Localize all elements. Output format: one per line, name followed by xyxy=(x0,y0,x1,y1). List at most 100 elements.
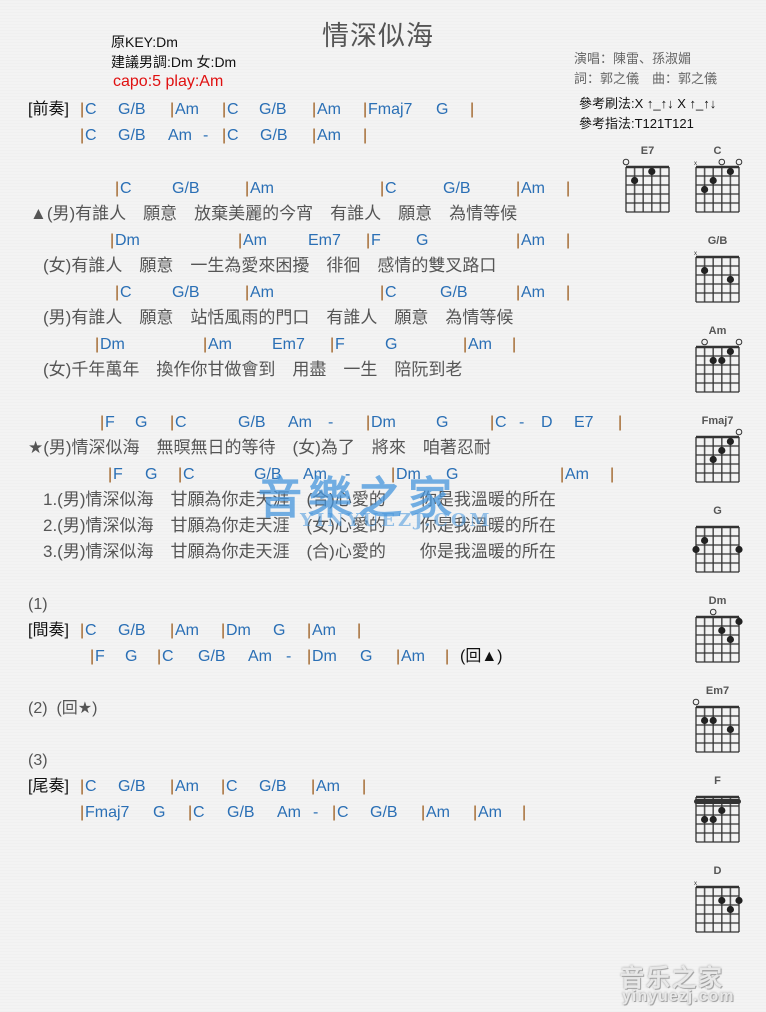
chord-symbol: Dm xyxy=(226,622,251,639)
bar-line: | xyxy=(178,466,183,483)
open-string-mark xyxy=(735,338,743,346)
chord-symbol: Am xyxy=(521,232,545,249)
chord-symbol: Am xyxy=(316,778,340,795)
lyric-text: (男)有誰人 願意 站恬風雨的門口 有誰人 願意 為情等候 xyxy=(43,308,514,327)
bar-line: | xyxy=(470,101,475,118)
chord-diagram-label: Dm xyxy=(708,595,727,607)
chord-symbol: G xyxy=(273,622,286,639)
chord-symbol: G/B xyxy=(238,414,266,431)
chord-symbol: - xyxy=(519,414,525,431)
section-note: (2) (回★) xyxy=(28,700,98,717)
finger-dot xyxy=(726,905,734,914)
lyric-line: 3.(男)情深似海 甘願為你走天涯 (合)心愛的 你是我溫暖的所在 xyxy=(0,542,600,564)
chord-symbol: Am xyxy=(521,180,545,197)
chord-diagram-label: Em7 xyxy=(705,685,730,697)
chord-symbol: G/B xyxy=(118,778,146,795)
chord-symbol: F xyxy=(113,466,123,483)
bar-line: | xyxy=(332,804,337,821)
chord-diagram-label: Am xyxy=(708,325,727,337)
chord-symbol: Am xyxy=(243,232,267,249)
chord-diagram-label: E7 xyxy=(640,145,655,157)
chord-symbol: G xyxy=(385,336,398,353)
chord-symbol: Em7 xyxy=(272,336,305,353)
chord-symbol: G xyxy=(436,414,449,431)
bar-line: | xyxy=(566,284,571,301)
chord-symbol: G/B xyxy=(118,127,146,144)
finger-dot xyxy=(709,716,717,725)
chord-diagram-e7 xyxy=(622,158,670,213)
finger-dot xyxy=(726,635,734,644)
lyric-text: (女)千年萬年 換作你甘做會到 用盡 一生 陪阮到老 xyxy=(43,360,463,379)
chord-symbol: C xyxy=(227,101,239,118)
finger-dot xyxy=(726,275,734,284)
singer-credit: 演唱：陳雷、孫淑媚 xyxy=(574,51,692,66)
chord-symbol: G xyxy=(125,648,138,665)
chord-symbol: C xyxy=(385,284,397,301)
finger-dot xyxy=(701,536,709,545)
bar-line: | xyxy=(421,804,426,821)
chord-diagram-label: Fmaj7 xyxy=(701,415,734,427)
chord-symbol: C xyxy=(227,127,239,144)
chord-symbol: Am xyxy=(250,284,274,301)
writer-credit: 詞：郭之儀 曲：郭之儀 xyxy=(574,71,718,86)
chord-diagram-f xyxy=(694,795,741,843)
finger-dot xyxy=(692,545,700,554)
chord-symbol: E7 xyxy=(574,414,594,431)
chord-diagram-dm xyxy=(695,608,743,663)
section-label: [間奏] xyxy=(28,622,69,639)
bar-line: | xyxy=(516,180,521,197)
section-note: (1) xyxy=(28,596,48,613)
chord-symbol: - xyxy=(286,648,292,665)
bar-line: | xyxy=(245,284,250,301)
lyric-line: (女)千年萬年 換作你甘做會到 用盡 一生 陪阮到老 xyxy=(0,360,600,382)
chord-symbol: Am xyxy=(277,804,301,821)
finger-dot xyxy=(718,896,726,905)
bar-line: | xyxy=(95,336,100,353)
lyric-text: 3.(男)情深似海 甘願為你走天涯 (合)心愛的 你是我溫暖的所在 xyxy=(43,542,556,561)
bar-line: | xyxy=(108,466,113,483)
chord-symbol: C xyxy=(337,804,349,821)
bar-line: | xyxy=(80,127,85,144)
chord-symbol: - xyxy=(328,414,334,431)
suggested-key: 建議男調:Dm 女:Dm xyxy=(111,54,237,70)
open-string-mark xyxy=(735,428,743,436)
lyric-text: ★(男)情深似海 無暝無日的等待 (女)為了 將來 咱著忍耐 xyxy=(28,438,491,457)
chord-symbol: C xyxy=(175,414,187,431)
bar-line: | xyxy=(222,101,227,118)
bar-line: | xyxy=(516,284,521,301)
chord-symbol: F xyxy=(105,414,115,431)
muted-string-mark: x xyxy=(694,881,697,887)
chord-symbol: G/B xyxy=(118,622,146,639)
finger-dot xyxy=(701,815,709,824)
chord-symbol: G/B xyxy=(227,804,255,821)
finger-dot xyxy=(709,176,717,185)
chord-symbol: C xyxy=(85,622,97,639)
finger-dot xyxy=(735,545,743,554)
bar-line: | xyxy=(80,778,85,795)
chord-symbol: G/B xyxy=(259,778,287,795)
lyric-text: ▲(男)有誰人 願意 放棄美麗的今宵 有誰人 願意 為情等候 xyxy=(30,204,518,223)
chord-symbol: Dm xyxy=(100,336,125,353)
chord-symbol: G/B xyxy=(172,284,200,301)
bar-line: | xyxy=(618,414,623,431)
open-string-mark xyxy=(735,158,743,166)
lyric-text: (女)有誰人 願意 一生為愛來困擾 徘徊 感情的雙叉路口 xyxy=(43,256,497,275)
muted-string-mark: x xyxy=(694,251,697,257)
finger-dot xyxy=(735,617,743,626)
bar-line: | xyxy=(221,622,226,639)
bar-line: | xyxy=(312,101,317,118)
bar-line: | xyxy=(110,232,115,249)
chord-line: [間奏] | C G/B | Am | Dm G | Am | xyxy=(0,621,600,643)
chord-line: (2) (回★) xyxy=(0,699,600,721)
chord-symbol: C xyxy=(85,127,97,144)
finger-dot xyxy=(648,167,656,176)
bar-line: | xyxy=(170,622,175,639)
muted-string-mark: x xyxy=(694,161,697,167)
chord-symbol: Am xyxy=(317,127,341,144)
capo-info: capo:5 play:Am xyxy=(113,73,224,90)
bar-line: | xyxy=(463,336,468,353)
finger-dot xyxy=(701,716,709,725)
chord-symbol: G xyxy=(135,414,148,431)
chord-symbol: Fmaj7 xyxy=(85,804,130,821)
chord-symbol: Dm xyxy=(115,232,140,249)
